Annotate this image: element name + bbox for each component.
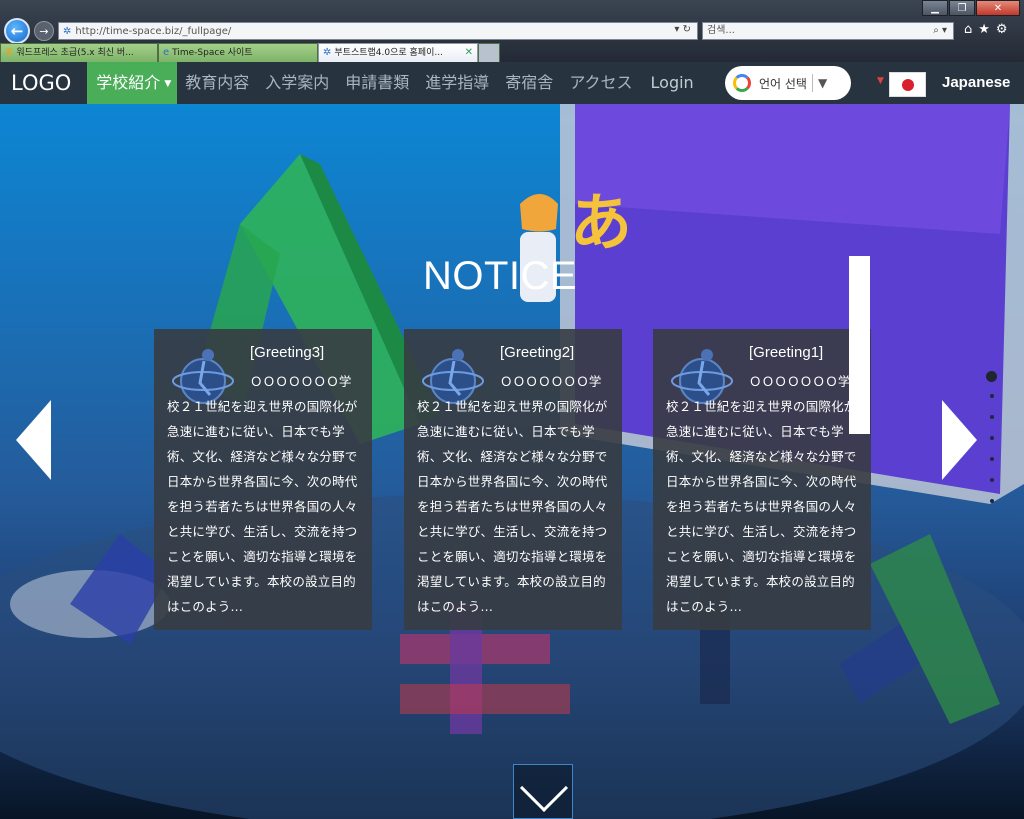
section-dot[interactable] [989, 415, 994, 419]
back-arrow-icon[interactable]: ← [4, 18, 30, 44]
close-button[interactable]: ✕ [976, 0, 1020, 16]
section-dot[interactable] [989, 457, 994, 461]
nav-item-login[interactable]: Login [641, 62, 702, 104]
new-tab-button[interactable] [478, 43, 500, 62]
nav-item-career-guidance[interactable]: 進学指導 [417, 62, 497, 104]
minimize-button[interactable]: ▁ [922, 0, 948, 16]
translate-label: 언어 선택 [759, 76, 807, 91]
section-dot[interactable] [989, 394, 994, 398]
nav-item-admission[interactable]: 入学案内 [257, 62, 337, 104]
japan-flag-icon[interactable] [889, 72, 926, 97]
nav-item-access[interactable]: アクセス [561, 62, 640, 104]
tab-favicon-icon: ❦ [5, 47, 14, 58]
section-dot-active[interactable] [986, 371, 997, 382]
tab-strip: ❦ 워드프레스 초급(5.x 최신 버... e Time-Space 사이트 … [0, 43, 500, 62]
tab-label: 부트스트랩4.0으로 홈페이... [334, 48, 443, 58]
chevron-down-icon [519, 763, 569, 813]
scroll-down-button[interactable] [513, 763, 573, 819]
browser-chrome: ▁ ❐ ✕ ← → ✲ http://time-space.biz/_fullp… [0, 0, 1024, 62]
dropdown-icon[interactable]: ▾ [674, 24, 679, 35]
hero-glyph: あ [570, 186, 632, 259]
google-translate-select[interactable]: 언어 선택 ▼ [725, 66, 851, 100]
settings-gear-icon[interactable]: ⚙ [996, 22, 1008, 37]
carousel-prev-arrow-icon[interactable] [16, 400, 51, 480]
window-controls: ▁ ❐ ✕ [921, 0, 1020, 16]
flag-sun [902, 79, 914, 91]
browser-tab-3-active[interactable]: ✲ 부트스트랩4.0으로 홈페이... ✕ [318, 43, 478, 62]
nav-item-dormitory[interactable]: 寄宿舎 [497, 62, 561, 104]
tab-favicon-icon: ✲ [323, 47, 332, 58]
card-title: [Greeting2] [500, 344, 575, 361]
section-dot-navigation [986, 371, 997, 520]
browser-search-input[interactable]: 검색... ⌕ ▾ [702, 22, 954, 40]
section-dot[interactable] [989, 499, 994, 503]
translate-divider [811, 74, 813, 92]
card-title: [Greeting1] [749, 344, 824, 361]
forward-arrow-icon[interactable]: → [34, 21, 54, 41]
restore-button[interactable]: ❐ [949, 0, 975, 16]
ie-favicon-icon: e [163, 47, 170, 58]
section-dot[interactable] [989, 478, 994, 482]
nav-item-label: 学校紹介 [96, 73, 161, 92]
notice-card[interactable]: [Greeting1] ＯＯＯＯＯＯＯ学校２１世紀を迎え世界の国際化が急速に進む… [653, 329, 871, 630]
card-body: ＯＯＯＯＯＯＯ学校２１世紀を迎え世界の国際化が急速に進むに従い、日本でも学術、文… [417, 374, 608, 614]
search-placeholder: 검색... [707, 25, 735, 36]
favorites-star-icon[interactable]: ★ [978, 22, 990, 37]
browser-tab-1[interactable]: ❦ 워드프레스 초급(5.x 최신 버... [0, 43, 158, 62]
home-icon[interactable]: ⌂ [964, 22, 972, 37]
tab-label: 워드프레스 초급(5.x 최신 버... [16, 48, 134, 58]
next-card-peek [849, 256, 870, 434]
notice-card[interactable]: [Greeting2] ＯＯＯＯＯＯＯ学校２１世紀を迎え世界の国際化が急速に進む… [404, 329, 622, 630]
language-name[interactable]: Japanese [942, 62, 1010, 104]
notice-card[interactable]: [Greeting3] ＯＯＯＯＯＯＯ学校２１世紀を迎え世界の国際化が急速に進む… [154, 329, 372, 630]
site-navbar: LOGO 学校紹介 ▼ 教育内容 入学案内 申請書類 進学指導 寄宿舎 アクセス … [0, 62, 1024, 104]
card-body: ＯＯＯＯＯＯＯ学校２１世紀を迎え世界の国際化が急速に進むに従い、日本でも学術、文… [167, 374, 358, 614]
address-controls[interactable]: ▾ ↻ [674, 24, 691, 35]
section-dot[interactable] [989, 436, 994, 440]
tab-label: Time-Space 사이트 [172, 48, 253, 58]
nav-item-education[interactable]: 教育内容 [177, 62, 257, 104]
site-favicon-icon: ✲ [63, 25, 72, 37]
nav-item-school-intro[interactable]: 学校紹介 ▼ [87, 62, 178, 104]
refresh-icon[interactable]: ↻ [683, 24, 691, 35]
language-caret-icon[interactable]: ▼ [877, 76, 884, 86]
hero-section: あ NOTICE [Greeting3] ＯＯＯＯＯＯＯ学校２１世紀を迎え世界の… [0, 104, 1024, 819]
carousel-next-arrow-icon[interactable] [942, 400, 977, 480]
tab-close-icon[interactable]: ✕ [465, 44, 473, 62]
dropdown-arrow-icon: ▼ [817, 76, 828, 90]
google-g-icon [733, 74, 751, 92]
address-bar[interactable]: ✲ http://time-space.biz/_fullpage/ ▾ ↻ [58, 22, 698, 40]
search-icon[interactable]: ⌕ ▾ [933, 23, 947, 39]
address-url: http://time-space.biz/_fullpage/ [75, 25, 232, 37]
browser-tab-2[interactable]: e Time-Space 사이트 [158, 43, 318, 62]
nav-item-application-docs[interactable]: 申請書類 [337, 62, 417, 104]
site-logo[interactable]: LOGO [0, 71, 87, 95]
card-title: [Greeting3] [250, 344, 325, 361]
caret-down-icon: ▼ [164, 78, 172, 89]
card-body: ＯＯＯＯＯＯＯ学校２１世紀を迎え世界の国際化が急速に進むに従い、日本でも学術、文… [666, 374, 857, 614]
browser-tools: ⌂ ★ ⚙ [964, 22, 1008, 37]
